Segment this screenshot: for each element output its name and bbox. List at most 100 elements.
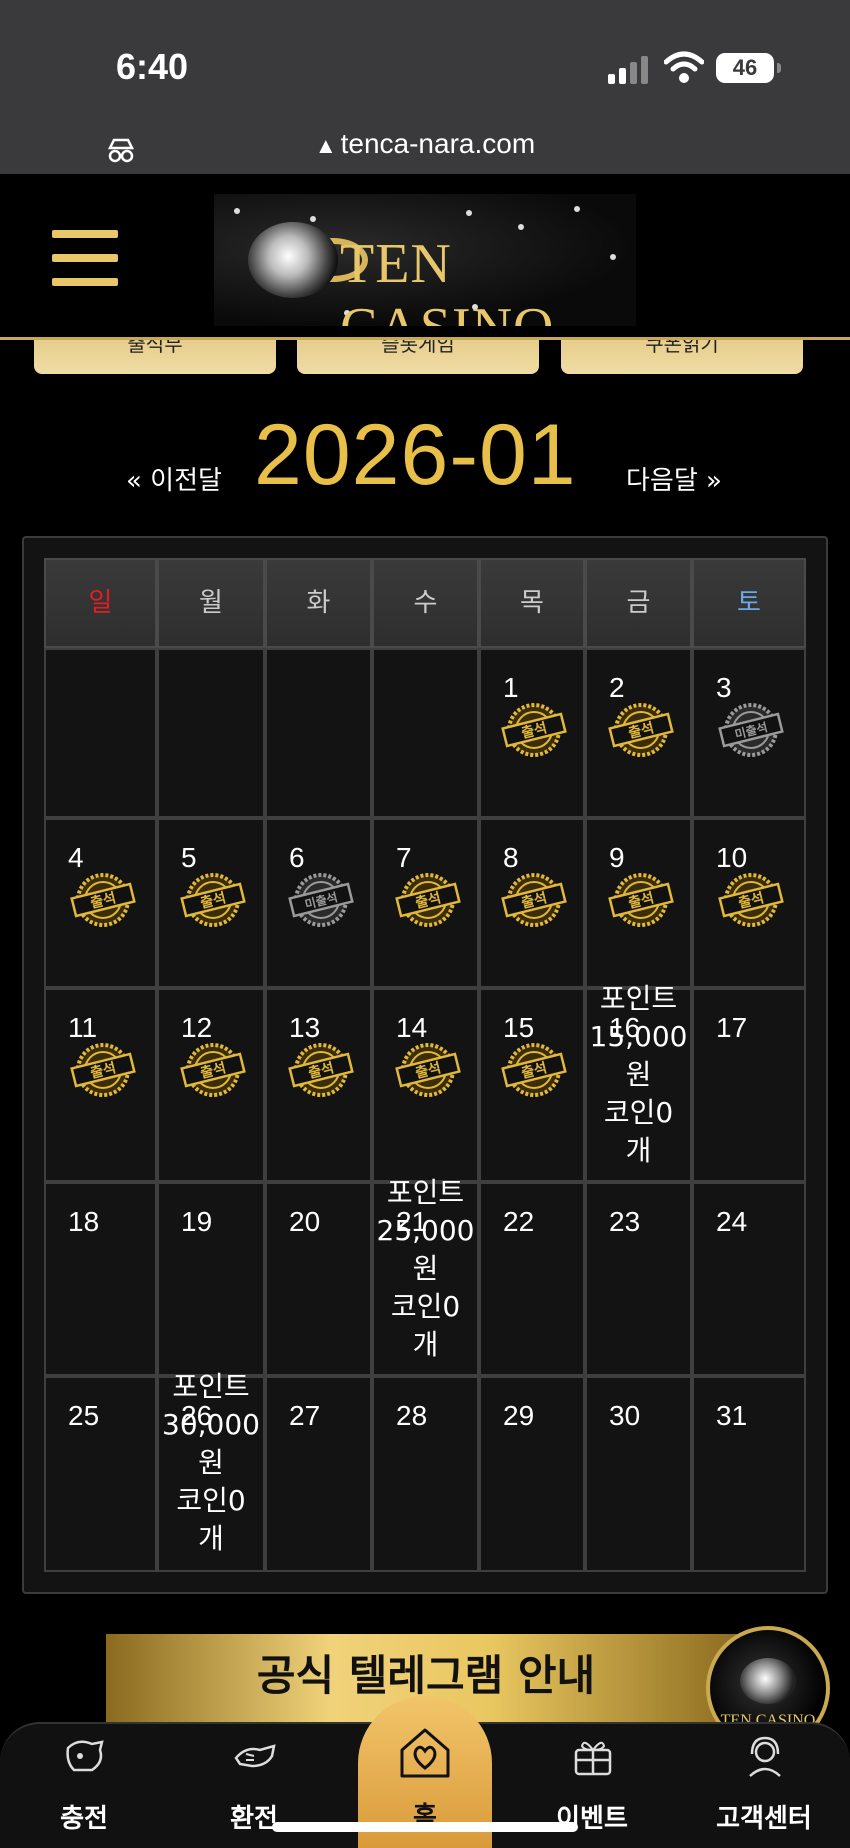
calendar-day-cell[interactable]: 8 출석 [479, 818, 585, 988]
home-heart-icon [400, 1728, 450, 1778]
calendar-day-cell[interactable]: 26 포인트 30,000 원 코인0 개 [157, 1370, 265, 1572]
cellular-signal-icon [608, 56, 648, 84]
day-number: 29 [503, 1400, 535, 1431]
weekday-header: 목 [479, 558, 585, 648]
prev-month-link[interactable]: « 이전달 [126, 460, 222, 497]
nav-charge[interactable]: 충전 [24, 1724, 144, 1848]
status-time: 6:40 [116, 46, 189, 87]
calendar-day-cell[interactable]: 27 [265, 1376, 372, 1572]
site-header: TEN CASINO [0, 174, 850, 340]
charge-icon [66, 1740, 104, 1772]
status-bar: 6:40 46 [0, 0, 850, 110]
day-number: 20 [289, 1206, 321, 1237]
weekday-header: 월 [157, 558, 265, 648]
calendar-day-cell[interactable]: 22 [479, 1182, 585, 1376]
attendance-stamp-icon: 출석 [501, 873, 567, 927]
calendar-day-cell[interactable]: 25 [44, 1376, 157, 1572]
day-number: 23 [609, 1206, 641, 1237]
attendance-stamp-icon: 출석 [607, 703, 674, 757]
day-number: 22 [503, 1206, 535, 1237]
calendar-day-cell[interactable]: 5 출석 [157, 818, 265, 988]
calendar-day-cell[interactable]: 23 [585, 1182, 692, 1376]
weekday-header: 화 [265, 558, 372, 648]
attendance-stamp-icon: 출석 [69, 873, 136, 927]
calendar-day-cell[interactable] [157, 648, 265, 818]
calendar-day-cell[interactable]: 15 출석 [479, 988, 585, 1182]
day-number: 17 [716, 1012, 748, 1043]
calendar-day-cell[interactable]: 28 [372, 1376, 479, 1572]
reward-info: 포인트 15,000 원 코인0 개 [587, 980, 690, 1170]
calendar-day-cell[interactable]: 21 포인트 25,000 원 코인0 개 [372, 1176, 479, 1376]
calendar-day-cell[interactable]: 7 출석 [372, 818, 479, 988]
reward-line: 포인트 [599, 982, 678, 1015]
calendar-day-cell[interactable] [265, 648, 372, 818]
calendar-day-cell[interactable]: 19 [157, 1182, 265, 1376]
reward-line: 코인0 [603, 1096, 674, 1129]
battery-indicator: 46 [716, 53, 781, 83]
calendar-day-cell[interactable]: 20 [265, 1182, 372, 1376]
calendar-day-cell[interactable]: 24 [692, 1182, 806, 1376]
banner-title: 공식 텔레그램 안내 [256, 1651, 596, 1700]
reward-line: 포인트 [172, 1370, 250, 1403]
calendar-day-cell[interactable]: 6 미출석 [265, 818, 372, 988]
attendance-stamp-icon: 출석 [394, 1043, 461, 1097]
exchange-icon [234, 1744, 276, 1768]
logo-text: TEN CASINO [340, 233, 553, 326]
reward-line: 개 [198, 1522, 224, 1555]
reward-line: 25,000 [376, 1214, 475, 1247]
wifi-icon [664, 51, 704, 83]
calendar-day-cell[interactable]: 12 출석 [157, 988, 265, 1182]
calendar-day-cell[interactable]: 31 [692, 1376, 806, 1572]
calendar-day-cell[interactable]: 13 출석 [265, 988, 372, 1182]
reward-line: 30,000 [162, 1408, 260, 1441]
day-number: 18 [68, 1206, 100, 1237]
calendar-day-cell[interactable] [372, 648, 479, 818]
attendance-stamp-icon: 출석 [287, 1043, 354, 1097]
calendar-day-cell[interactable]: 17 [692, 988, 806, 1182]
day-number: 31 [716, 1400, 748, 1431]
reward-info: 포인트 30,000 원 코인0 개 [159, 1368, 263, 1558]
quick-button-attendance[interactable]: 출석부 [34, 340, 276, 374]
reward-line: 원 [625, 1058, 652, 1091]
menu-icon[interactable] [52, 230, 118, 286]
calendar-day-cell[interactable]: 1 출석 [479, 648, 585, 818]
calendar-day-cell[interactable]: 3 미출석 [692, 648, 806, 818]
calendar-day-cell[interactable]: 29 [479, 1376, 585, 1572]
url-text[interactable]: ▲ tenca-nara.com [0, 128, 850, 160]
attendance-stamp-icon: 출석 [501, 1043, 567, 1097]
reward-line: 코인0 [390, 1290, 461, 1323]
calendar-day-cell[interactable]: 10 출석 [692, 818, 806, 988]
calendar-day-cell[interactable]: 16 포인트 15,000 원 코인0 개 [585, 982, 692, 1182]
calendar-day-cell[interactable] [44, 648, 157, 818]
eye-logo-icon [740, 1658, 796, 1704]
reward-line: 15,000 [589, 1020, 688, 1053]
attendance-stamp-icon: 출석 [501, 703, 567, 757]
nav-support[interactable]: 고객센터 [704, 1724, 824, 1848]
calendar-day-cell[interactable]: 30 [585, 1376, 692, 1572]
reward-line: 원 [412, 1252, 439, 1285]
quick-button-coupon[interactable]: 쿠폰읽기 [561, 340, 803, 374]
quick-button-slots[interactable]: 슬롯게임 [297, 340, 539, 374]
calendar-day-cell[interactable]: 14 출석 [372, 988, 479, 1182]
next-month-link[interactable]: 다음달 » [626, 460, 722, 497]
calendar-day-cell[interactable]: 2 출석 [585, 648, 692, 818]
weekday-header: 일 [44, 558, 157, 648]
reward-line: 포인트 [386, 1176, 465, 1209]
day-number: 19 [181, 1206, 213, 1237]
attendance-stamp-icon: 출석 [394, 873, 461, 927]
day-number: 30 [609, 1400, 641, 1431]
day-number: 25 [68, 1400, 100, 1431]
current-month: 2026-01 [254, 407, 577, 503]
reward-line: 개 [412, 1328, 439, 1361]
browser-url-bar[interactable]: ▲ tenca-nara.com [0, 110, 850, 174]
calendar-day-cell[interactable]: 18 [44, 1182, 157, 1376]
calendar-day-cell[interactable]: 9 출석 [585, 818, 692, 988]
absent-stamp-icon: 미출석 [718, 703, 784, 757]
attendance-stamp-icon: 출석 [180, 1043, 246, 1097]
calendar-day-cell[interactable]: 11 출석 [44, 988, 157, 1182]
calendar-day-cell[interactable]: 4 출석 [44, 818, 157, 988]
reward-line: 원 [198, 1446, 224, 1479]
attendance-stamp-icon: 출석 [69, 1043, 136, 1097]
site-logo[interactable]: TEN CASINO [214, 194, 636, 326]
weekday-header: 수 [372, 558, 479, 648]
